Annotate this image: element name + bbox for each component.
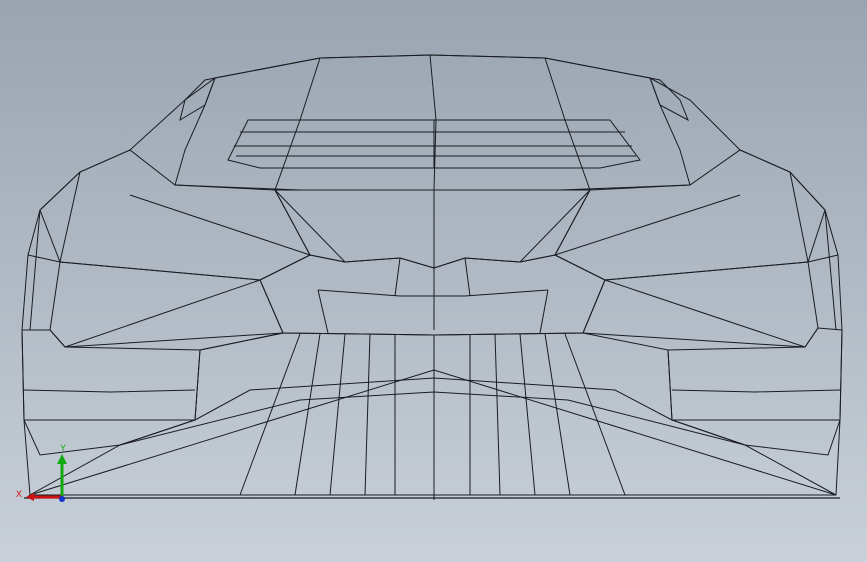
- left-lower-side: [21, 329, 201, 456]
- car-model-render[interactable]: Y X: [0, 0, 867, 562]
- graphics-viewport[interactable]: Y X: [0, 0, 867, 562]
- front-tunnel: [28, 332, 837, 496]
- left-upper-side: [39, 149, 311, 281]
- triad-z-axis: [59, 496, 65, 502]
- right-headlight[interactable]: [582, 261, 819, 348]
- front-grille: [259, 254, 606, 336]
- body-silhouette: [21, 54, 843, 496]
- triad-x-label: X: [16, 489, 22, 499]
- left-mirror: [179, 77, 216, 122]
- right-upper-side: [554, 149, 826, 281]
- triad-y-label: Y: [60, 443, 66, 453]
- center-hood: [274, 189, 591, 269]
- tunnel-contour-lines: [29, 332, 837, 500]
- coordinate-triad: Y X: [16, 443, 67, 502]
- triad-y-arrow: [57, 454, 67, 464]
- right-mirror: [649, 77, 689, 122]
- roof-panel: [174, 54, 691, 191]
- left-headlight[interactable]: [49, 261, 284, 348]
